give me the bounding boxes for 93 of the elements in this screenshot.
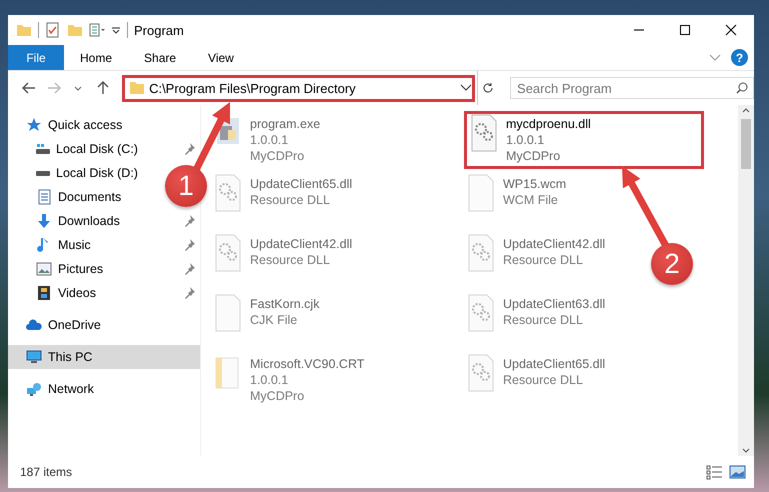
file-detail: MyCDPro <box>506 148 562 164</box>
cloud-icon <box>26 317 42 333</box>
file-name: UpdateClient65.dll <box>503 356 606 372</box>
right-arrow-icon <box>46 80 62 96</box>
file-detail: WCM File <box>503 192 559 208</box>
ribbon-tab[interactable]: Home <box>64 45 128 70</box>
file-icon <box>467 174 495 212</box>
chevron-down-icon <box>74 86 82 90</box>
list-icon <box>706 464 723 480</box>
file-detail: Resource DLL <box>503 372 584 388</box>
maximize-icon <box>679 24 691 36</box>
file-item[interactable]: Microsoft.VC90.CRT 1.0.0.1 MyCDPro <box>211 351 368 409</box>
dll-file-icon <box>470 114 498 152</box>
window-title: Program <box>134 22 184 38</box>
file-item[interactable]: FastKorn.cjk CJK File <box>211 291 322 349</box>
picture-icon <box>729 464 746 480</box>
file-item[interactable]: WP15.wcm WCM File <box>464 171 570 229</box>
drive-icon <box>36 144 50 154</box>
sidebar-item[interactable]: Network <box>8 377 100 401</box>
file-item[interactable]: UpdateClient63.dll Resource DLL <box>464 291 608 349</box>
dll-file-icon <box>467 294 495 332</box>
up-arrow-icon <box>94 80 111 96</box>
refresh-icon <box>482 82 494 94</box>
scroll-thumb[interactable] <box>741 119 751 169</box>
checklist-icon <box>45 22 61 38</box>
monitor-icon <box>26 349 42 365</box>
chevron-down-icon <box>709 54 721 62</box>
file-detail: Resource DLL <box>250 252 331 268</box>
ribbon-tab[interactable]: Share <box>128 45 192 70</box>
file-name: Microsoft.VC90.CRT <box>250 356 364 372</box>
down-arrow-icon <box>36 213 52 229</box>
file-item[interactable]: UpdateClient42.dll Resource DLL <box>464 231 608 289</box>
folder-icon <box>16 22 32 38</box>
caret-icon <box>111 26 121 34</box>
file-name: FastKorn.cjk <box>250 296 320 312</box>
file-detail: MyCDPro <box>250 148 306 164</box>
picture-icon <box>36 261 52 277</box>
properties-icon <box>89 22 105 38</box>
annotation-arrow <box>192 102 230 172</box>
dll-file-icon <box>467 234 495 272</box>
sidebar-item[interactable]: OneDrive <box>8 313 107 337</box>
item-count: 187 items <box>20 465 72 479</box>
chevron-down-icon <box>460 84 472 92</box>
file-icon <box>214 294 242 332</box>
file-name: UpdateClient65.dll <box>250 176 352 192</box>
file-name: UpdateClient42.dll <box>503 236 606 252</box>
file-item[interactable]: mycdproenu.dll 1.0.0.1 MyCDPro <box>464 111 704 169</box>
file-detail: 1.0.0.1 <box>250 372 290 388</box>
sidebar-item[interactable]: Documents <box>8 185 128 209</box>
document-icon <box>36 189 52 205</box>
file-detail: Resource DLL <box>503 252 584 268</box>
sidebar-item[interactable]: Local Disk (C:) <box>8 137 200 161</box>
file-detail: CJK File <box>250 312 298 328</box>
sidebar-item[interactable]: Local Disk (D:) <box>8 161 144 185</box>
file-detail: MyCDPro <box>250 388 306 404</box>
file-name: WP15.wcm <box>503 176 566 192</box>
file-menu-button[interactable]: File <box>8 45 64 70</box>
file-detail: 1.0.0.1 <box>250 132 290 148</box>
folder-icon <box>67 22 83 38</box>
sidebar-item[interactable]: This PC <box>8 345 200 369</box>
file-item[interactable]: UpdateClient65.dll Resource DLL <box>464 351 608 409</box>
search-icon <box>736 82 748 94</box>
ribbon-tab[interactable]: View <box>192 45 250 70</box>
file-name: mycdproenu.dll <box>506 116 591 132</box>
close-icon <box>725 24 737 36</box>
left-arrow-icon <box>21 80 38 96</box>
sidebar-item[interactable]: Downloads <box>8 209 200 233</box>
star-icon <box>26 117 42 133</box>
dll-file-icon <box>467 354 495 392</box>
file-detail: 1.0.0.1 <box>506 132 546 148</box>
sidebar-item[interactable]: Pictures <box>8 257 200 281</box>
folder-icon <box>129 80 146 96</box>
drive-icon <box>36 170 50 176</box>
sidebar-item[interactable]: Videos <box>8 281 200 305</box>
file-detail: Resource DLL <box>503 312 584 328</box>
details-view-button[interactable] <box>706 464 723 480</box>
help-button[interactable]: ? <box>731 49 748 66</box>
sidebar-item[interactable]: Quick access <box>8 113 128 137</box>
file-item[interactable]: UpdateClient42.dll Resource DLL <box>211 231 356 289</box>
dll-file-icon <box>214 234 242 272</box>
network-icon <box>26 381 42 397</box>
film-icon <box>36 285 52 301</box>
file-name: program.exe <box>250 116 320 132</box>
large-icons-view-button[interactable] <box>729 464 746 480</box>
toolbar-button[interactable] <box>111 26 121 34</box>
dll-file-icon <box>214 174 242 212</box>
file-item[interactable]: UpdateClient65.dll Resource DLL <box>211 171 356 229</box>
sidebar-item[interactable]: Music <box>8 233 200 257</box>
file-name: UpdateClient63.dll <box>503 296 606 312</box>
file-name: UpdateClient42.dll <box>250 236 352 252</box>
address-field[interactable]: C:\Program Files\Program Directory <box>122 74 476 102</box>
file-detail: Resource DLL <box>250 192 331 208</box>
search-field[interactable]: Search Program <box>510 77 754 99</box>
